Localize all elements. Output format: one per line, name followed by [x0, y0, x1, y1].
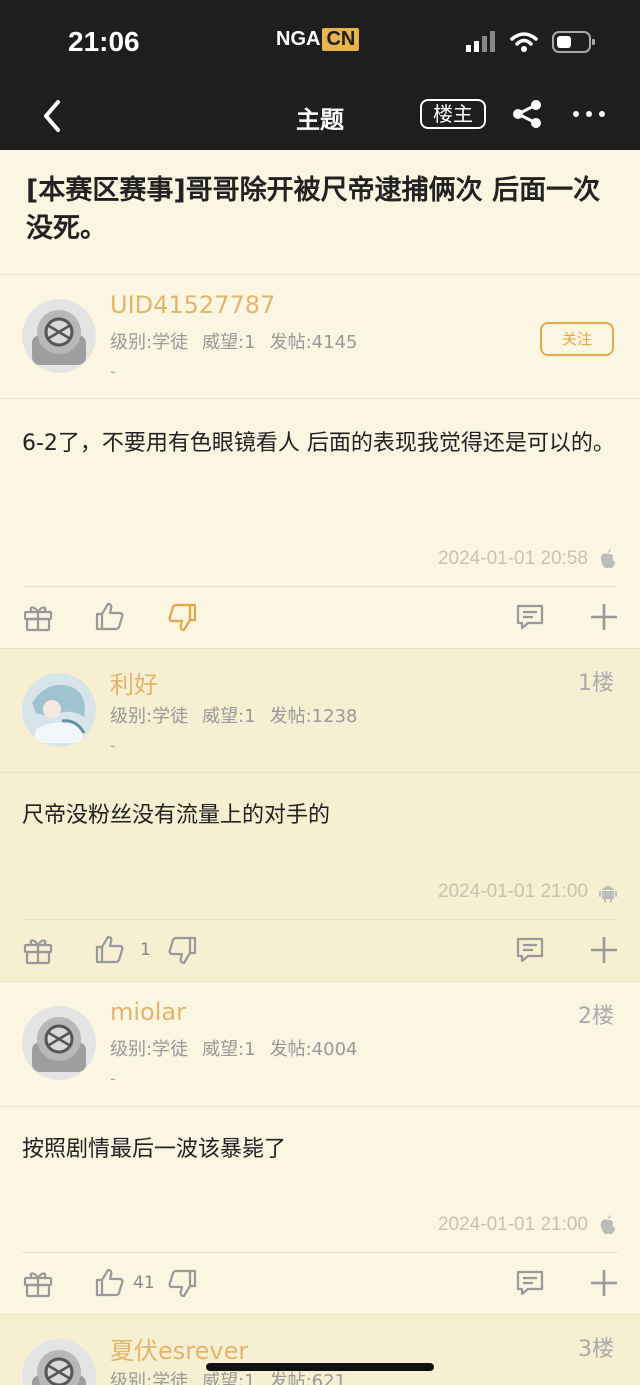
more-icon[interactable] [572, 104, 606, 124]
post-timestamp: 2024-01-01 21:00 [437, 1214, 588, 1235]
divider [22, 1252, 618, 1253]
username[interactable]: 利好 [110, 665, 158, 700]
home-indicator[interactable] [206, 1363, 434, 1371]
divider [22, 919, 618, 920]
post-timestamp: 2024-01-01 21:00 [437, 881, 588, 902]
divider [0, 981, 640, 982]
apple-icon [600, 549, 615, 569]
post-content: 尺帝没粉丝没有流量上的对手的 [22, 803, 331, 828]
user-level: 级别:学徒 [110, 1371, 189, 1385]
user-prestige: 威望:1 [202, 1039, 256, 1060]
follow-button[interactable]: 关注 [540, 322, 614, 356]
comment-icon[interactable] [514, 601, 546, 633]
divider [0, 772, 640, 773]
thumbs-down-icon[interactable] [166, 1267, 198, 1299]
divider [22, 586, 618, 587]
user-meta: 级别:学徒 威望:1 发帖:4145 [110, 328, 371, 354]
username[interactable]: miolar [110, 998, 186, 1026]
user-meta: 级别:学徒 威望:1 发帖:4004 [110, 1035, 371, 1061]
gift-icon[interactable] [22, 601, 54, 633]
user-level: 级别:学徒 [110, 332, 189, 353]
status-bar: 21:06 NGA CN [0, 0, 640, 82]
post-content: 6-2了，不要用有色眼镜看人 后面的表现我觉得还是可以的。 [22, 431, 615, 456]
avatar[interactable] [22, 299, 96, 373]
nav-bar: 主题 楼主 [0, 82, 640, 150]
user-meta: 级别:学徒 威望:1 发帖:1238 [110, 702, 371, 728]
user-prestige: 威望:1 [202, 1371, 256, 1385]
thumbs-down-icon[interactable] [166, 934, 198, 966]
diving-helmet-avatar-icon [22, 299, 96, 373]
signal-icon [466, 31, 495, 52]
plus-icon[interactable] [588, 934, 620, 966]
floor-number: 3楼 [578, 1337, 614, 1362]
app-brand: NGA CN [276, 28, 360, 51]
page-title: 主题 [296, 106, 344, 134]
user-post-count: 发帖:4145 [269, 332, 358, 353]
floor-number: 1楼 [578, 671, 614, 696]
app-brand-name: NGA [276, 28, 321, 50]
divider [0, 1314, 640, 1315]
apple-icon [600, 1215, 615, 1235]
avatar[interactable] [22, 1006, 96, 1080]
comment-icon[interactable] [514, 1267, 546, 1299]
gift-icon[interactable] [22, 934, 54, 966]
comment-icon[interactable] [514, 934, 546, 966]
plus-icon[interactable] [588, 1267, 620, 1299]
diving-helmet-avatar-icon [22, 1006, 96, 1080]
thumbs-down-icon[interactable] [166, 601, 198, 633]
anime-avatar-icon [22, 673, 96, 747]
wifi-icon [510, 32, 538, 52]
thumbs-up-icon[interactable] [94, 601, 126, 633]
post-content: 按照剧情最后一波该暴毙了 [22, 1137, 287, 1162]
user-post-count: 发帖:4004 [269, 1039, 358, 1060]
user-signature: - [110, 736, 116, 755]
battery-icon [552, 31, 595, 53]
user-prestige: 威望:1 [202, 706, 256, 727]
plus-icon[interactable] [588, 601, 620, 633]
only-op-button[interactable]: 楼主 [420, 99, 486, 129]
gift-icon[interactable] [22, 1267, 54, 1299]
user-level: 级别:学徒 [110, 706, 189, 727]
app-brand-suffix: CN [322, 28, 360, 51]
user-prestige: 威望:1 [202, 332, 256, 353]
username[interactable]: 夏伏esrever [110, 1331, 248, 1366]
status-time: 21:06 [68, 26, 140, 57]
divider [0, 1106, 640, 1107]
user-signature: - [110, 1069, 116, 1088]
user-signature: - [110, 362, 116, 381]
like-count: 41 [133, 1273, 155, 1293]
like-count: 1 [140, 940, 151, 960]
share-icon[interactable] [510, 97, 544, 131]
user-post-count: 发帖:621 [269, 1371, 347, 1385]
divider [0, 398, 640, 399]
avatar[interactable] [22, 673, 96, 747]
user-level: 级别:学徒 [110, 1039, 189, 1060]
status-icons [466, 30, 596, 54]
divider [0, 648, 640, 649]
username[interactable]: UID41527787 [110, 291, 275, 319]
android-icon [599, 886, 617, 902]
post-timestamp: 2024-01-01 20:58 [437, 548, 588, 569]
thumbs-up-icon[interactable] [94, 934, 126, 966]
topic-title: [本赛区赛事]哥哥除开被尺帝逮捕俩次 后面一次没死。 [26, 175, 601, 244]
user-post-count: 发帖:1238 [269, 706, 358, 727]
thumbs-up-icon[interactable] [94, 1267, 126, 1299]
floor-number: 2楼 [578, 1004, 614, 1029]
